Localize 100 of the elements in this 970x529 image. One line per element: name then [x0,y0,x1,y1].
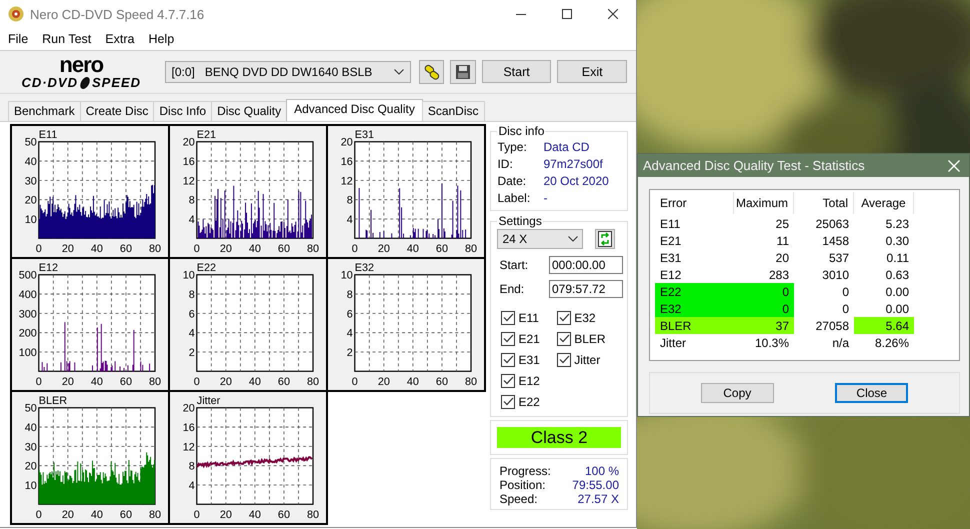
checkbox[interactable] [557,310,572,324]
floppy-icon [454,64,471,80]
axis-label: 10 [24,480,37,492]
table-cell-text: Jitter [659,334,688,351]
axis-label: 8 [188,289,195,301]
info-label: ID: [497,156,514,170]
menu-item[interactable]: Help [148,32,174,46]
table-cell-text: 3010 [821,266,850,283]
table-cell-text: E21 [659,232,682,249]
axis-label: 80 [148,376,162,388]
axis-label: 6 [188,308,195,320]
table-cell-text: 25063 [814,216,850,232]
checkbox-label: E32 [574,310,596,324]
checkbox[interactable] [501,374,516,388]
dialog-button[interactable]: Close [835,383,908,403]
axis-label: 8 [188,194,195,207]
speed-dropdown[interactable]: 24 X [497,229,584,249]
axis-label: 60 [120,376,132,388]
axis-label: 40 [406,243,419,256]
axis-label: 0 [194,376,200,388]
axis-label: 500 [18,270,37,282]
checkbox-label: E11 [518,310,539,324]
checkbox[interactable] [557,352,572,366]
tab[interactable]: ScanDisc [422,101,485,121]
chain-link-button[interactable] [418,60,444,84]
drive-dropdown[interactable]: [0:0] BENQ DVD DD DW1640 BSLB [164,60,411,83]
checkbox[interactable] [501,332,516,346]
table-cell-text: 8.26% [874,334,910,351]
axis-label: 40 [24,156,37,168]
axis-label: 30 [24,175,37,188]
table-cell-text: n/a [831,334,850,351]
axis-label: 16 [182,422,195,434]
axis-label: 20 [24,194,37,207]
axis-label: 12 [182,175,195,188]
tab[interactable]: Advanced Disc Quality [286,99,423,121]
class-indicator: Class 2 [497,427,621,448]
table-cell: 5.64 [854,317,914,334]
axis-label: 0 [352,376,358,388]
axis-label: 2 [346,346,353,359]
info-value: 97m27s00f [543,156,603,170]
end-field[interactable]: 079:57.72 [549,280,623,298]
axis-label: 20 [182,136,195,149]
progress-label: Position: [499,478,546,492]
checkbox-label: BLER [574,332,606,346]
field-label: Start: [499,258,528,272]
checkbox[interactable] [501,352,516,366]
axis-label: 400 [18,289,37,301]
axis-label: 50 [24,402,37,415]
tab[interactable]: Benchmark [8,101,81,121]
toolbar-button[interactable]: Start [482,60,552,84]
axis-label: 60 [120,243,132,256]
refresh-button[interactable] [595,229,616,249]
axis-label: 12 [182,441,195,454]
axis-label: 16 [340,156,353,168]
menu-item[interactable]: File [8,32,28,46]
close-icon[interactable] [608,9,618,20]
start-field[interactable]: 000:00.00 [549,256,623,274]
axis-label: 60 [436,243,448,256]
axis-label: 4 [188,480,195,492]
column-header: Maximum [734,192,794,214]
axis-label: 40 [24,422,37,434]
table-cell-text: 0.30 [884,232,910,249]
table-cell-text: E31 [659,250,682,266]
axis-label: 20 [378,376,390,388]
table-cell-text: 283 [768,266,790,283]
axis-label: 60 [120,509,132,522]
axis-label: 20 [220,509,232,522]
chart-title: Jitter [196,394,220,407]
checkbox[interactable] [501,394,516,408]
chart-title: E31 [354,128,374,141]
axis-label: 4 [346,214,353,226]
chevron-icon [394,68,404,75]
checkbox-label: Jitter [574,352,600,366]
table-cell-text: 0 [841,284,850,300]
axis-label: 60 [278,243,290,256]
axis-label: 0 [194,509,200,522]
checkbox-label: E12 [518,374,540,388]
axis-label: 20 [220,376,232,388]
axis-label: 100 [18,346,37,359]
save-button[interactable] [450,60,476,84]
toolbar-button[interactable]: Exit [557,60,627,84]
maximize-icon[interactable] [562,9,572,20]
checkbox[interactable] [557,332,572,346]
table-cell-text: E12 [659,266,682,283]
axis-label: 20 [182,402,195,415]
chart-title: E11 [38,128,58,141]
menu-item[interactable]: Run Test [42,32,92,46]
progress-value: 79:55.00 [572,478,619,492]
dialog-button[interactable]: Copy [700,383,774,403]
table-cell: 0 [734,300,794,317]
info-value: - [543,190,548,204]
axis-label: 20 [220,243,232,256]
table-cell-text: 11 [776,232,790,249]
table-cell: E32 [655,300,734,317]
axis-label: 10 [182,270,195,282]
checkbox[interactable] [501,310,516,324]
table-cell-text: 0.00 [884,300,910,317]
menu-item[interactable]: Extra [105,32,134,46]
chart-title: E12 [38,262,58,274]
group-label: Settings [497,214,543,228]
